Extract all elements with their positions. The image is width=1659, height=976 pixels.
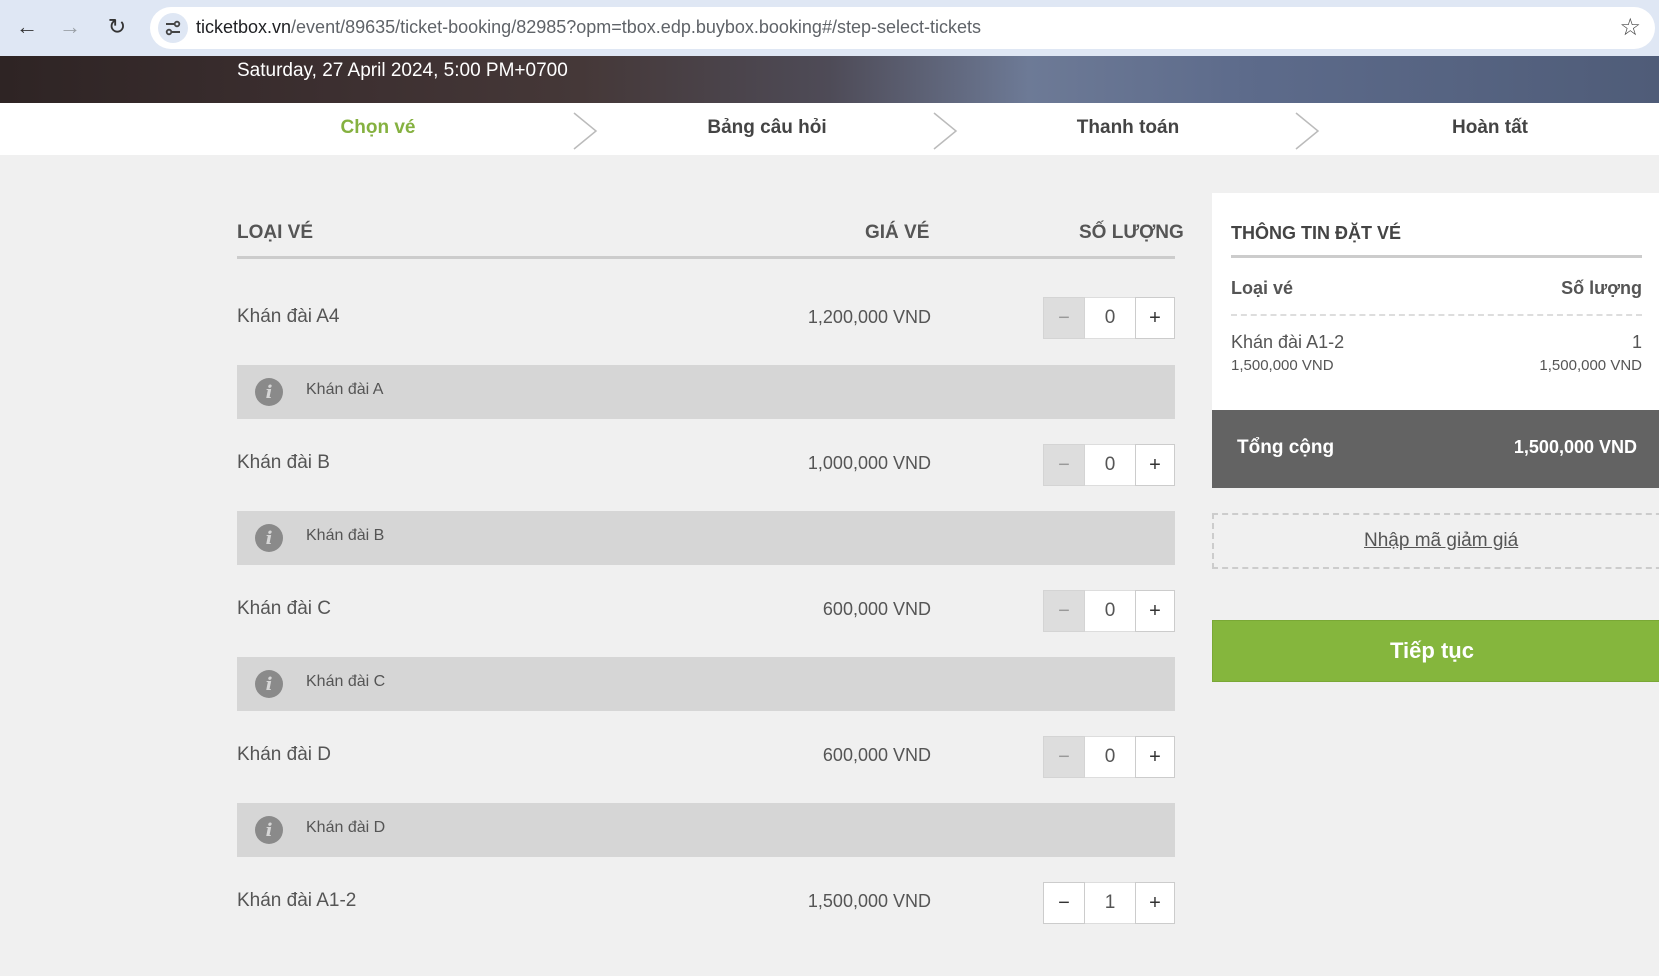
- summary-item-name: Khán đài A1-2: [1231, 332, 1345, 352]
- summary-column-quantity: Số lượng: [1561, 278, 1642, 298]
- decrease-button[interactable]: −: [1043, 590, 1085, 632]
- quantity-stepper: − 0 +: [1043, 736, 1175, 778]
- summary-column-type: Loại vé: [1231, 278, 1294, 298]
- quantity-value[interactable]: 0: [1085, 444, 1135, 486]
- back-arrow-icon[interactable]: ←: [12, 12, 42, 42]
- forward-arrow-icon[interactable]: →: [55, 12, 85, 42]
- decrease-button[interactable]: −: [1043, 444, 1085, 486]
- increase-button[interactable]: +: [1135, 736, 1175, 778]
- decrease-button[interactable]: −: [1043, 882, 1085, 924]
- ticket-name: Khán đài B: [237, 452, 330, 473]
- info-icon: i: [255, 670, 283, 698]
- total-value: 1,500,000 VND: [1513, 437, 1637, 457]
- ticket-price: 1,000,000 VND: [807, 453, 931, 473]
- decrease-button[interactable]: −: [1043, 736, 1085, 778]
- ticket-price: 1,500,000 VND: [807, 891, 931, 911]
- quantity-stepper: − 0 +: [1043, 297, 1175, 339]
- quantity-value[interactable]: 1: [1085, 882, 1135, 924]
- ticket-price: 600,000 VND: [822, 599, 931, 619]
- column-quantity: SỐ LƯỢNG: [1079, 222, 1184, 243]
- summary-title: THÔNG TIN ĐẶT VÉ: [1231, 223, 1401, 243]
- step-chevron-icon: [573, 112, 598, 150]
- ticket-info-bar: i Khán đài C: [237, 657, 1175, 711]
- decrease-button[interactable]: −: [1043, 297, 1085, 339]
- column-price: GIÁ VÉ: [865, 222, 930, 243]
- ticket-info-text: Khán đài B: [306, 527, 385, 544]
- info-icon: i: [255, 378, 283, 406]
- info-icon: i: [255, 816, 283, 844]
- reload-icon[interactable]: ↻: [102, 12, 132, 42]
- quantity-value[interactable]: 0: [1085, 590, 1135, 632]
- summary-item-price: 1,500,000 VND: [1231, 357, 1334, 374]
- step-chevron-icon: [1295, 112, 1320, 150]
- ticket-info-text: Khán đài A: [306, 381, 384, 398]
- ticket-price: 600,000 VND: [822, 745, 931, 765]
- summary-item-total: 1,500,000 VND: [1539, 357, 1642, 374]
- bookmark-star-icon[interactable]: ☆: [1619, 13, 1641, 42]
- promo-code-box: Nhập mã giảm giá: [1212, 513, 1659, 569]
- url-path: /event/89635/ticket-booking/82985?opm=tb…: [291, 17, 981, 37]
- header-divider: [237, 256, 1175, 259]
- ticket-name: Khán đài A1-2: [237, 890, 357, 911]
- summary-dashed-divider: [1231, 314, 1642, 316]
- ticket-info-bar: i Khán đài D: [237, 803, 1175, 857]
- quantity-stepper: − 0 +: [1043, 590, 1175, 632]
- increase-button[interactable]: +: [1135, 882, 1175, 924]
- ticket-info-text: Khán đài D: [306, 819, 386, 836]
- quantity-stepper: − 1 +: [1043, 882, 1175, 924]
- continue-button[interactable]: Tiếp tục: [1212, 620, 1659, 682]
- increase-button[interactable]: +: [1135, 444, 1175, 486]
- ticket-info-text: Khán đài C: [306, 673, 386, 690]
- increase-button[interactable]: +: [1135, 590, 1175, 632]
- site-info-icon[interactable]: [158, 13, 188, 43]
- increase-button[interactable]: +: [1135, 297, 1175, 339]
- step-payment: Thanh toán: [1076, 117, 1180, 138]
- summary-divider: [1231, 255, 1642, 258]
- browser-toolbar: ← → ↻ ticketbox.vn/event/89635/ticket-bo…: [0, 0, 1659, 56]
- address-bar[interactable]: ticketbox.vn/event/89635/ticket-booking/…: [150, 7, 1655, 49]
- total-bar: Tổng cộng 1,500,000 VND: [1212, 410, 1659, 488]
- total-label: Tổng cộng: [1237, 437, 1335, 458]
- ticket-price: 1,200,000 VND: [807, 307, 931, 327]
- ticket-info-bar: i Khán đài A: [237, 365, 1175, 419]
- step-complete: Hoàn tất: [1452, 117, 1528, 138]
- quantity-value[interactable]: 0: [1085, 736, 1135, 778]
- ticket-info-bar: i Khán đài B: [237, 511, 1175, 565]
- ticket-name: Khán đài C: [237, 598, 332, 619]
- column-ticket-type: LOẠI VÉ: [237, 222, 314, 243]
- event-banner: Saturday, 27 April 2024, 5:00 PM+0700: [0, 56, 1659, 103]
- quantity-stepper: − 0 +: [1043, 444, 1175, 486]
- step-questionnaire: Bảng câu hỏi: [707, 117, 827, 138]
- booking-summary: THÔNG TIN ĐẶT VÉ Loại vé Số lượng Khán đ…: [1212, 193, 1659, 410]
- url-text: ticketbox.vn/event/89635/ticket-booking/…: [196, 17, 981, 38]
- url-host: ticketbox.vn: [196, 17, 292, 37]
- booking-steps: Chọn vé Bảng câu hỏi Thanh toán Hoàn tất: [0, 103, 1659, 155]
- promo-code-link[interactable]: Nhập mã giảm giá: [1364, 530, 1518, 552]
- ticket-name: Khán đài A4: [237, 306, 340, 327]
- info-icon: i: [255, 524, 283, 552]
- ticket-name: Khán đài D: [237, 744, 332, 765]
- summary-item-quantity: 1: [1631, 332, 1642, 352]
- step-chevron-icon: [933, 112, 958, 150]
- quantity-value[interactable]: 0: [1085, 297, 1135, 339]
- event-date: Saturday, 27 April 2024, 5:00 PM+0700: [237, 60, 568, 81]
- step-select-tickets: Chọn vé: [340, 117, 416, 138]
